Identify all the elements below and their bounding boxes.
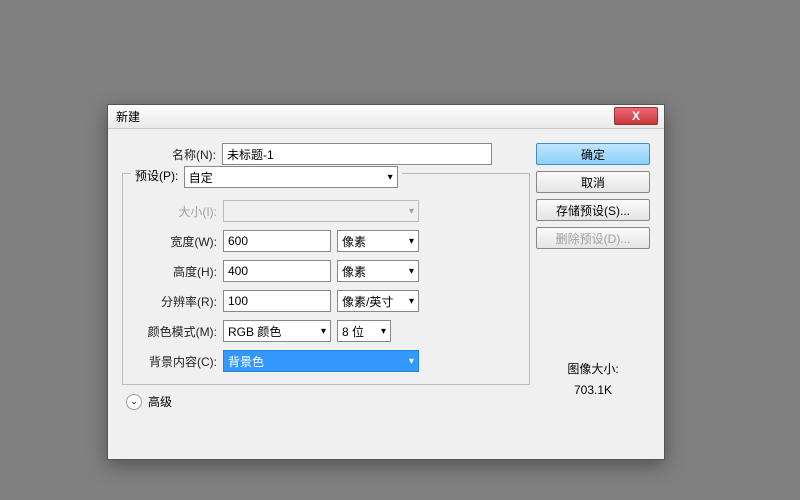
chevron-down-icon: ▾ bbox=[409, 296, 414, 307]
size-label: 大小(I): bbox=[123, 203, 223, 220]
width-unit-value: 像素 bbox=[342, 233, 366, 250]
height-unit-dropdown[interactable]: 像素 ▾ bbox=[337, 260, 419, 282]
cancel-button-label: 取消 bbox=[581, 174, 605, 191]
advanced-toggle[interactable]: ⌄ 高级 bbox=[126, 393, 530, 410]
chevron-down-icon: ▾ bbox=[381, 326, 386, 337]
close-button[interactable]: X bbox=[614, 107, 658, 125]
image-size-value: 703.1K bbox=[536, 380, 650, 402]
image-size-label: 图像大小: bbox=[536, 359, 650, 381]
save-preset-label: 存储预设(S)... bbox=[556, 202, 630, 219]
ok-button-label: 确定 bbox=[581, 146, 605, 163]
resolution-unit-dropdown[interactable]: 像素/英寸 ▾ bbox=[337, 290, 419, 312]
chevron-down-icon: ▾ bbox=[388, 172, 393, 183]
titlebar[interactable]: 新建 X bbox=[108, 105, 664, 129]
dialog-body: 名称(N): 预设(P): 自定 ▾ 大小(I): bbox=[108, 129, 664, 422]
bit-depth-value: 8 位 bbox=[342, 323, 364, 340]
ok-button[interactable]: 确定 bbox=[536, 143, 650, 165]
cancel-button[interactable]: 取消 bbox=[536, 171, 650, 193]
chevron-down-icon: ▾ bbox=[409, 356, 414, 367]
delete-preset-label: 删除预设(D)... bbox=[556, 230, 631, 247]
width-unit-dropdown[interactable]: 像素 ▾ bbox=[337, 230, 419, 252]
width-label: 宽度(W): bbox=[123, 233, 223, 250]
height-label: 高度(H): bbox=[123, 263, 223, 280]
chevron-down-icon: ▾ bbox=[321, 326, 326, 337]
color-mode-label: 颜色模式(M): bbox=[123, 323, 223, 340]
name-label: 名称(N): bbox=[122, 146, 222, 163]
button-column: 确定 取消 存储预设(S)... 删除预设(D)... bbox=[536, 143, 650, 249]
preset-dropdown[interactable]: 自定 ▾ bbox=[184, 166, 398, 188]
color-mode-value: RGB 颜色 bbox=[228, 323, 281, 340]
new-document-dialog: 新建 X 名称(N): 预设(P): 自定 ▾ bbox=[107, 104, 665, 460]
chevron-down-icon: ⌄ bbox=[126, 394, 142, 410]
preset-label: 预设(P): bbox=[135, 169, 178, 183]
name-input[interactable] bbox=[222, 143, 492, 165]
resolution-input[interactable] bbox=[223, 290, 331, 312]
preset-value: 自定 bbox=[189, 169, 213, 186]
chevron-down-icon: ▾ bbox=[409, 266, 414, 277]
dialog-title: 新建 bbox=[116, 108, 140, 125]
bit-depth-dropdown[interactable]: 8 位 ▾ bbox=[337, 320, 391, 342]
advanced-label: 高级 bbox=[148, 393, 172, 410]
bg-content-value: 背景色 bbox=[228, 353, 264, 370]
preset-fieldset: 预设(P): 自定 ▾ 大小(I): ▾ bbox=[122, 173, 530, 385]
color-mode-dropdown[interactable]: RGB 颜色 ▾ bbox=[223, 320, 331, 342]
chevron-down-icon: ▾ bbox=[409, 236, 414, 247]
height-input[interactable] bbox=[223, 260, 331, 282]
size-dropdown: ▾ bbox=[223, 200, 419, 222]
bg-content-label: 背景内容(C): bbox=[123, 353, 223, 370]
height-unit-value: 像素 bbox=[342, 263, 366, 280]
resolution-label: 分辨率(R): bbox=[123, 293, 223, 310]
close-icon: X bbox=[632, 109, 640, 123]
image-size-box: 图像大小: 703.1K bbox=[536, 359, 650, 402]
resolution-unit-value: 像素/英寸 bbox=[342, 293, 393, 310]
delete-preset-button: 删除预设(D)... bbox=[536, 227, 650, 249]
chevron-down-icon: ▾ bbox=[409, 206, 414, 217]
width-input[interactable] bbox=[223, 230, 331, 252]
save-preset-button[interactable]: 存储预设(S)... bbox=[536, 199, 650, 221]
bg-content-dropdown[interactable]: 背景色 ▾ bbox=[223, 350, 419, 372]
